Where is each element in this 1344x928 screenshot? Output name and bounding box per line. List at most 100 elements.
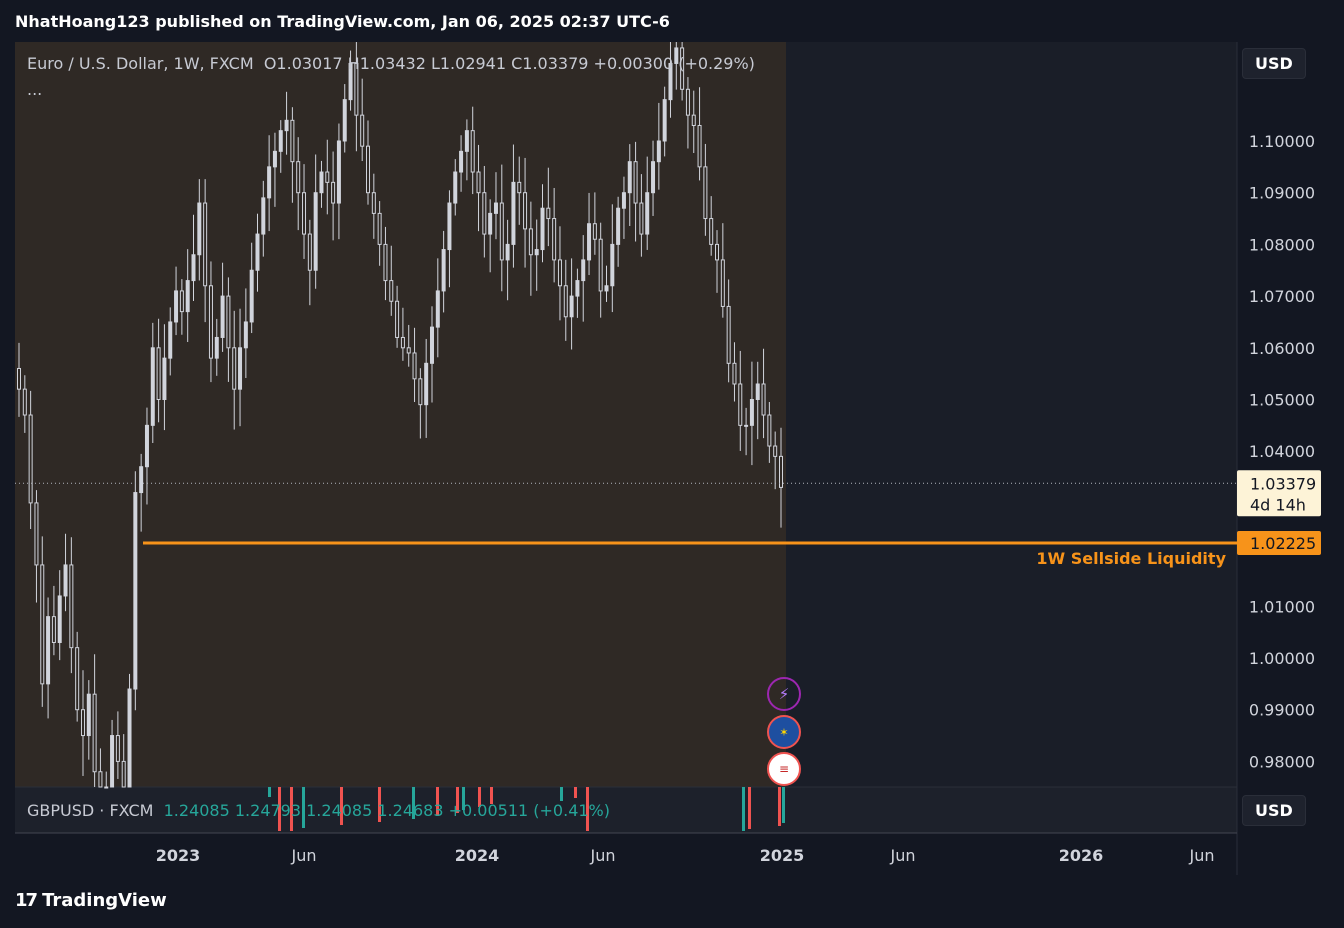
candle-body <box>656 140 661 163</box>
candle-body <box>470 130 475 173</box>
brand[interactable]: 17 TradingView <box>15 890 167 911</box>
candle-body <box>290 119 295 163</box>
candle-body <box>697 124 702 168</box>
sub-legend[interactable]: GBPUSD · FXCM 1.24085 1.24793 1.24085 1.… <box>27 801 610 820</box>
candle-body <box>185 280 190 313</box>
candle-body <box>168 321 173 359</box>
candle-body <box>214 336 219 359</box>
candle-body <box>57 595 62 643</box>
eu-flag-icon[interactable]: ✶ <box>767 715 801 749</box>
time-tick-label: Jun <box>590 846 616 865</box>
price-tick-label: 1.00000 <box>1249 649 1315 668</box>
candle-body <box>395 300 400 338</box>
price-tick-label: 1.06000 <box>1249 339 1315 358</box>
candle-body <box>499 202 504 261</box>
candle-body <box>604 285 609 292</box>
candle-body <box>744 424 749 427</box>
candle-body <box>261 197 266 235</box>
candle-body <box>98 771 103 788</box>
candle-body <box>156 347 161 400</box>
candle-body <box>51 616 56 643</box>
candle-body <box>662 99 667 142</box>
candle-body <box>645 192 650 235</box>
candle-body <box>313 192 318 271</box>
currency-button-sub[interactable]: USD <box>1242 795 1306 826</box>
candle-body <box>418 378 423 406</box>
candle-body <box>412 352 417 380</box>
candle-body <box>621 192 626 209</box>
candle-body <box>80 709 85 737</box>
candle-body <box>598 238 603 292</box>
candle-body <box>476 171 481 194</box>
candle-body <box>779 455 783 488</box>
candle-body <box>639 202 644 235</box>
candle-body <box>528 228 533 256</box>
candle-body <box>92 693 97 773</box>
candle-body <box>40 564 45 685</box>
price-chart[interactable]: 1.10000 1.09000 1.08000 1.07000 1.06000 1.050… <box>0 0 1344 928</box>
us-flag-icon[interactable]: ≡ <box>767 752 801 786</box>
tradingview-logo-icon: 17 <box>15 890 38 911</box>
candle-body <box>441 249 446 292</box>
candle-body <box>592 223 597 240</box>
sub-bar <box>574 787 577 798</box>
candle-body <box>464 130 469 152</box>
sub-bar <box>778 787 781 826</box>
sub-legend-symbol: GBPUSD · FXCM <box>27 801 154 820</box>
candle-body <box>208 285 213 359</box>
sub-bar <box>742 787 745 831</box>
candle-body <box>115 735 120 762</box>
candle-body <box>511 181 516 245</box>
candle-body <box>627 161 632 194</box>
candle-body <box>581 259 586 282</box>
price-tick-label: 0.98000 <box>1249 752 1315 771</box>
candle-body <box>144 424 149 468</box>
price-tick-label: 1.04000 <box>1249 442 1315 461</box>
candle-body <box>767 414 772 447</box>
candle-body <box>773 445 778 457</box>
candle-body <box>377 212 382 245</box>
time-tick-label: Jun <box>890 846 916 865</box>
candle-body <box>540 207 545 251</box>
countdown-label: 4d 14h <box>1250 495 1306 514</box>
candle-body <box>342 99 347 142</box>
time-tick-label: 2024 <box>455 846 500 865</box>
candle-body <box>197 202 202 256</box>
sub-bar <box>560 787 563 801</box>
candle-body <box>331 181 336 204</box>
candle-body <box>563 285 568 318</box>
candle-body <box>726 305 731 364</box>
sub-bar <box>782 787 785 823</box>
time-tick-label: 2023 <box>156 846 201 865</box>
candle-body <box>552 218 557 261</box>
time-tick-label: Jun <box>1189 846 1215 865</box>
candle-body <box>651 161 656 194</box>
candle-body <box>371 192 376 214</box>
candle-body <box>110 735 115 788</box>
last-price-label: 1.03379 <box>1250 474 1316 493</box>
candle-body <box>220 295 225 338</box>
price-tick-label: 1.01000 <box>1249 597 1315 616</box>
main-legend[interactable]: Euro / U.S. Dollar, 1W, FXCM O1.03017 H1… <box>27 54 755 99</box>
candle-body <box>69 564 74 649</box>
time-tick-label: 2026 <box>1059 846 1104 865</box>
candle-body <box>587 223 592 261</box>
candle-body <box>162 357 167 401</box>
candle-body <box>272 150 277 168</box>
candle-body <box>255 233 260 271</box>
legend-ohlc: O1.03017 H1.03432 L1.02941 C1.03379 +0.0… <box>263 54 755 73</box>
candle-body <box>127 688 132 788</box>
candle-body <box>150 347 155 426</box>
candle-body <box>616 207 621 245</box>
candle-body <box>296 161 301 194</box>
lightning-event-icon[interactable]: ⚡ <box>767 677 801 711</box>
price-tick-label: 1.07000 <box>1249 287 1315 306</box>
level-annotation: 1W Sellside Liquidity <box>1036 549 1226 568</box>
legend-more-button[interactable]: ... <box>27 80 42 99</box>
currency-button-main[interactable]: USD <box>1242 48 1306 79</box>
time-tick-label: 2025 <box>760 846 805 865</box>
candle-body <box>610 243 615 287</box>
legend-symbol: Euro / U.S. Dollar, 1W, FXCM <box>27 54 254 73</box>
candle-body <box>226 295 231 349</box>
candle-body <box>366 145 371 194</box>
